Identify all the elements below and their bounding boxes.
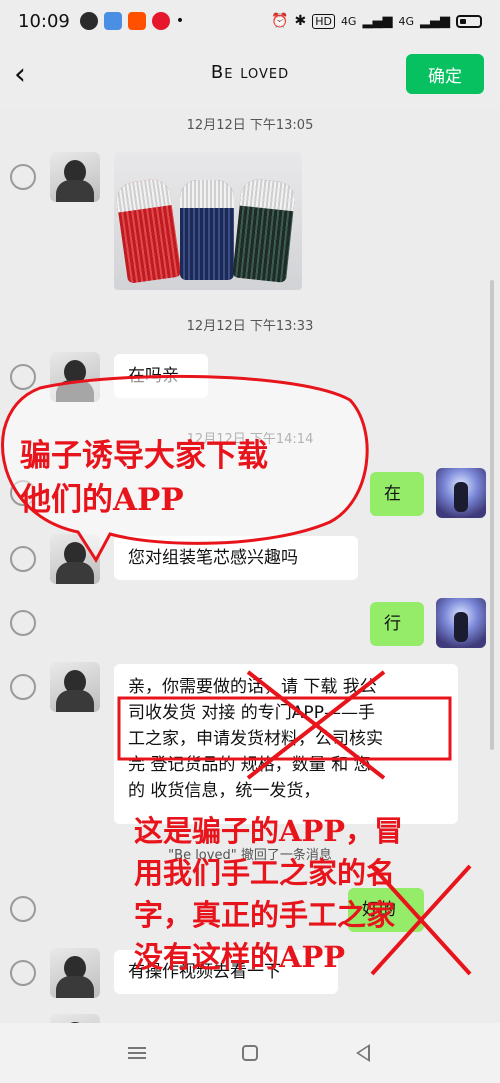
- warning-line: 这是骗子的APP，冒: [134, 814, 404, 848]
- callout-line: 骗子诱导大家下载: [20, 438, 268, 474]
- system-nav-bar: [0, 1023, 500, 1083]
- callout-text: 骗子诱导大家下载 他们的APP: [20, 434, 268, 522]
- home-icon: [241, 1045, 258, 1061]
- home-button[interactable]: [230, 1033, 270, 1073]
- menu-icon: [127, 1047, 146, 1059]
- callout-line: 他们的APP: [20, 482, 184, 518]
- warning-line: 没有这样的APP: [134, 940, 346, 974]
- menu-button[interactable]: [117, 1033, 157, 1073]
- warning-line: 字，真正的手工之家: [134, 898, 396, 932]
- warning-text: 这是骗子的APP，冒 用我们手工之家的名 字，真正的手工之家 没有这样的APP: [134, 810, 403, 978]
- back-triangle-icon: [356, 1044, 371, 1062]
- back-button[interactable]: [343, 1033, 383, 1073]
- warning-line: 用我们手工之家的名: [134, 856, 396, 890]
